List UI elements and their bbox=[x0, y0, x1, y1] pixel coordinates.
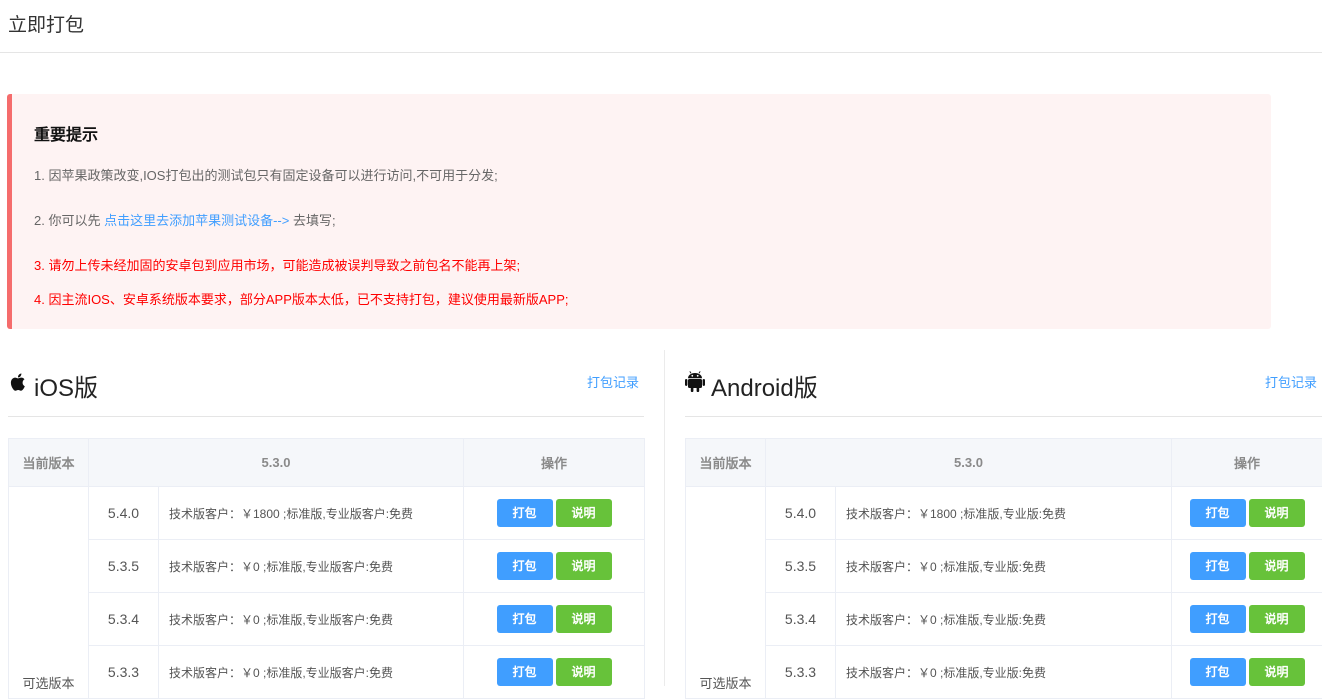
version-price-desc: 技术版客户：￥1800 ;标准版,专业版客户:免费 bbox=[159, 487, 464, 540]
notice-line-4: 4. 因主流IOS、安卓系统版本要求，部分APP版本太低，已不支持打包，建议使用… bbox=[34, 289, 569, 308]
table-header-row: 当前版本 5.3.0 操作 bbox=[686, 439, 1322, 487]
table-row: 5.3.4 技术版客户：￥0 ;标准版,专业版:免费 打包说明 bbox=[686, 593, 1322, 646]
row-operations: 打包说明 bbox=[464, 593, 645, 646]
important-notice: 重要提示 1. 因苹果政策改变,IOS打包出的测试包只有固定设备可以进行访问,不… bbox=[7, 94, 1271, 329]
version-number: 5.3.5 bbox=[89, 540, 159, 593]
info-button[interactable]: 说明 bbox=[1249, 658, 1305, 686]
optional-versions-label: 可选版本 bbox=[9, 487, 89, 699]
info-button[interactable]: 说明 bbox=[1249, 605, 1305, 633]
android-section-divider bbox=[685, 416, 1322, 417]
ios-section-divider bbox=[8, 416, 644, 417]
version-price-desc: 技术版客户：￥0 ;标准版,专业版客户:免费 bbox=[159, 646, 464, 699]
version-price-desc: 技术版客户：￥0 ;标准版,专业版:免费 bbox=[836, 593, 1172, 646]
ios-title-text: iOS版 bbox=[34, 368, 98, 403]
version-price-desc: 技术版客户：￥0 ;标准版,专业版:免费 bbox=[836, 646, 1172, 699]
header-version-value: 5.3.0 bbox=[766, 439, 1172, 487]
pack-button[interactable]: 打包 bbox=[1190, 552, 1246, 580]
row-operations: 打包说明 bbox=[464, 646, 645, 699]
version-price-desc: 技术版客户：￥0 ;标准版,专业版:免费 bbox=[836, 540, 1172, 593]
version-price-desc: 技术版客户：￥1800 ;标准版,专业版:免费 bbox=[836, 487, 1172, 540]
info-button[interactable]: 说明 bbox=[556, 658, 612, 686]
version-number: 5.4.0 bbox=[89, 487, 159, 540]
header-current-version: 当前版本 bbox=[686, 439, 766, 487]
notice-line-3: 3. 请勿上传未经加固的安卓包到应用市场，可能造成被误判导致之前包名不能再上架; bbox=[34, 255, 520, 274]
android-title-text: Android版 bbox=[711, 368, 818, 403]
android-section-header: Android版 打包记录 bbox=[685, 364, 1322, 404]
table-header-row: 当前版本 5.3.0 操作 bbox=[9, 439, 645, 487]
info-button[interactable]: 说明 bbox=[1249, 552, 1305, 580]
notice-line-1: 1. 因苹果政策改变,IOS打包出的测试包只有固定设备可以进行访问,不可用于分发… bbox=[34, 165, 498, 184]
table-row: 5.3.3 技术版客户：￥0 ;标准版,专业版:免费 打包说明 bbox=[686, 646, 1322, 699]
pack-button[interactable]: 打包 bbox=[497, 605, 553, 633]
android-icon bbox=[685, 371, 705, 400]
notice-line-2-suffix: 去填写; bbox=[293, 213, 336, 228]
row-operations: 打包说明 bbox=[1172, 540, 1322, 593]
table-row: 可选版本 5.4.0 技术版客户：￥1800 ;标准版,专业版:免费 打包说明 bbox=[686, 487, 1322, 540]
row-operations: 打包说明 bbox=[464, 540, 645, 593]
version-number: 5.3.4 bbox=[766, 593, 836, 646]
info-button[interactable]: 说明 bbox=[556, 499, 612, 527]
version-number: 5.3.3 bbox=[89, 646, 159, 699]
pack-button[interactable]: 打包 bbox=[1190, 605, 1246, 633]
page-title: 立即打包 bbox=[8, 10, 84, 37]
notice-heading: 重要提示 bbox=[34, 121, 98, 145]
title-divider bbox=[0, 52, 1322, 53]
notice-line-2: 2. 你可以先 点击这里去添加苹果测试设备--> 去填写; bbox=[34, 210, 336, 229]
android-version-table: 当前版本 5.3.0 操作 可选版本 5.4.0 技术版客户：￥1800 ;标准… bbox=[685, 438, 1322, 699]
version-price-desc: 技术版客户：￥0 ;标准版,专业版客户:免费 bbox=[159, 593, 464, 646]
add-apple-device-link[interactable]: 点击这里去添加苹果测试设备--> bbox=[104, 213, 289, 228]
table-row: 5.3.4 技术版客户：￥0 ;标准版,专业版客户:免费 打包说明 bbox=[9, 593, 645, 646]
version-price-desc: 技术版客户：￥0 ;标准版,专业版客户:免费 bbox=[159, 540, 464, 593]
pack-button[interactable]: 打包 bbox=[497, 658, 553, 686]
ios-section-title: iOS版 bbox=[8, 368, 98, 403]
pack-button[interactable]: 打包 bbox=[1190, 499, 1246, 527]
android-section-title: Android版 bbox=[685, 368, 818, 403]
table-row: 5.3.5 技术版客户：￥0 ;标准版,专业版:免费 打包说明 bbox=[686, 540, 1322, 593]
row-operations: 打包说明 bbox=[1172, 646, 1322, 699]
header-version-value: 5.3.0 bbox=[89, 439, 464, 487]
pack-button[interactable]: 打包 bbox=[1190, 658, 1246, 686]
info-button[interactable]: 说明 bbox=[1249, 499, 1305, 527]
header-current-version: 当前版本 bbox=[9, 439, 89, 487]
info-button[interactable]: 说明 bbox=[556, 552, 612, 580]
ios-version-table: 当前版本 5.3.0 操作 可选版本 5.4.0 技术版客户：￥1800 ;标准… bbox=[8, 438, 645, 699]
table-row: 5.3.3 技术版客户：￥0 ;标准版,专业版客户:免费 打包说明 bbox=[9, 646, 645, 699]
row-operations: 打包说明 bbox=[464, 487, 645, 540]
apple-icon bbox=[8, 371, 28, 400]
version-number: 5.3.3 bbox=[766, 646, 836, 699]
row-operations: 打包说明 bbox=[1172, 593, 1322, 646]
android-pack-record-link[interactable]: 打包记录 bbox=[1265, 372, 1317, 391]
header-operations: 操作 bbox=[1172, 439, 1322, 487]
notice-line-2-prefix: 2. 你可以先 bbox=[34, 213, 100, 228]
header-operations: 操作 bbox=[464, 439, 645, 487]
column-divider bbox=[664, 350, 665, 686]
table-row: 5.3.5 技术版客户：￥0 ;标准版,专业版客户:免费 打包说明 bbox=[9, 540, 645, 593]
version-number: 5.4.0 bbox=[766, 487, 836, 540]
version-number: 5.3.5 bbox=[766, 540, 836, 593]
row-operations: 打包说明 bbox=[1172, 487, 1322, 540]
pack-button[interactable]: 打包 bbox=[497, 552, 553, 580]
version-number: 5.3.4 bbox=[89, 593, 159, 646]
info-button[interactable]: 说明 bbox=[556, 605, 612, 633]
pack-button[interactable]: 打包 bbox=[497, 499, 553, 527]
optional-versions-label: 可选版本 bbox=[686, 487, 766, 699]
ios-pack-record-link[interactable]: 打包记录 bbox=[587, 372, 639, 391]
ios-section-header: iOS版 打包记录 bbox=[8, 364, 644, 404]
table-row: 可选版本 5.4.0 技术版客户：￥1800 ;标准版,专业版客户:免费 打包说… bbox=[9, 487, 645, 540]
